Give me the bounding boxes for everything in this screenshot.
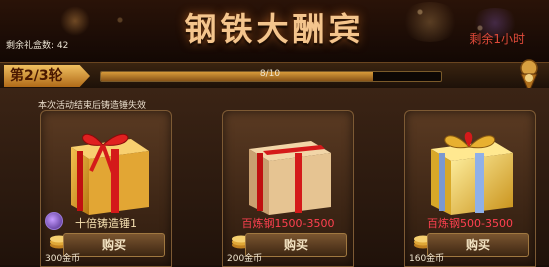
round-bar: 第2/3轮 8/10 — [0, 62, 549, 90]
item-card: 十倍铸造锤1 购买 300金币 — [40, 110, 172, 267]
gift-box-icon — [431, 132, 513, 215]
item-price: 200金币 — [227, 254, 263, 264]
gift-box-icon — [71, 133, 149, 215]
item-price: 300金币 — [45, 254, 81, 264]
item-name: 十倍铸造锤1 — [75, 217, 137, 230]
round-progress-text: 8/10 — [259, 69, 281, 79]
item-name: 百炼钢500-3500 — [427, 217, 513, 230]
item-price: 160金币 — [409, 254, 445, 264]
boxes-remaining: 剩余礼盒数: 42 — [6, 41, 69, 51]
time-remaining: 剩余1小时 — [469, 32, 525, 46]
shop-panel: 本次活动结束后铸造锤失效 十倍铸造锤1 购买 300金币 百炼钢1500-350… — [0, 88, 549, 267]
event-title: 钢铁大酬宾 — [184, 10, 365, 48]
round-label: 第2/3轮 — [4, 65, 90, 87]
item-card: 百炼钢500-3500 购买 160金币 — [404, 110, 536, 267]
item-name: 百炼钢1500-3500 — [241, 217, 335, 230]
item-card: 百炼钢1500-3500 购买 200金币 — [222, 110, 354, 267]
gift-box-icon — [249, 141, 331, 215]
event-banner: 钢铁大酬宾 剩余礼盒数: 42 剩余1小时 — [0, 0, 549, 62]
